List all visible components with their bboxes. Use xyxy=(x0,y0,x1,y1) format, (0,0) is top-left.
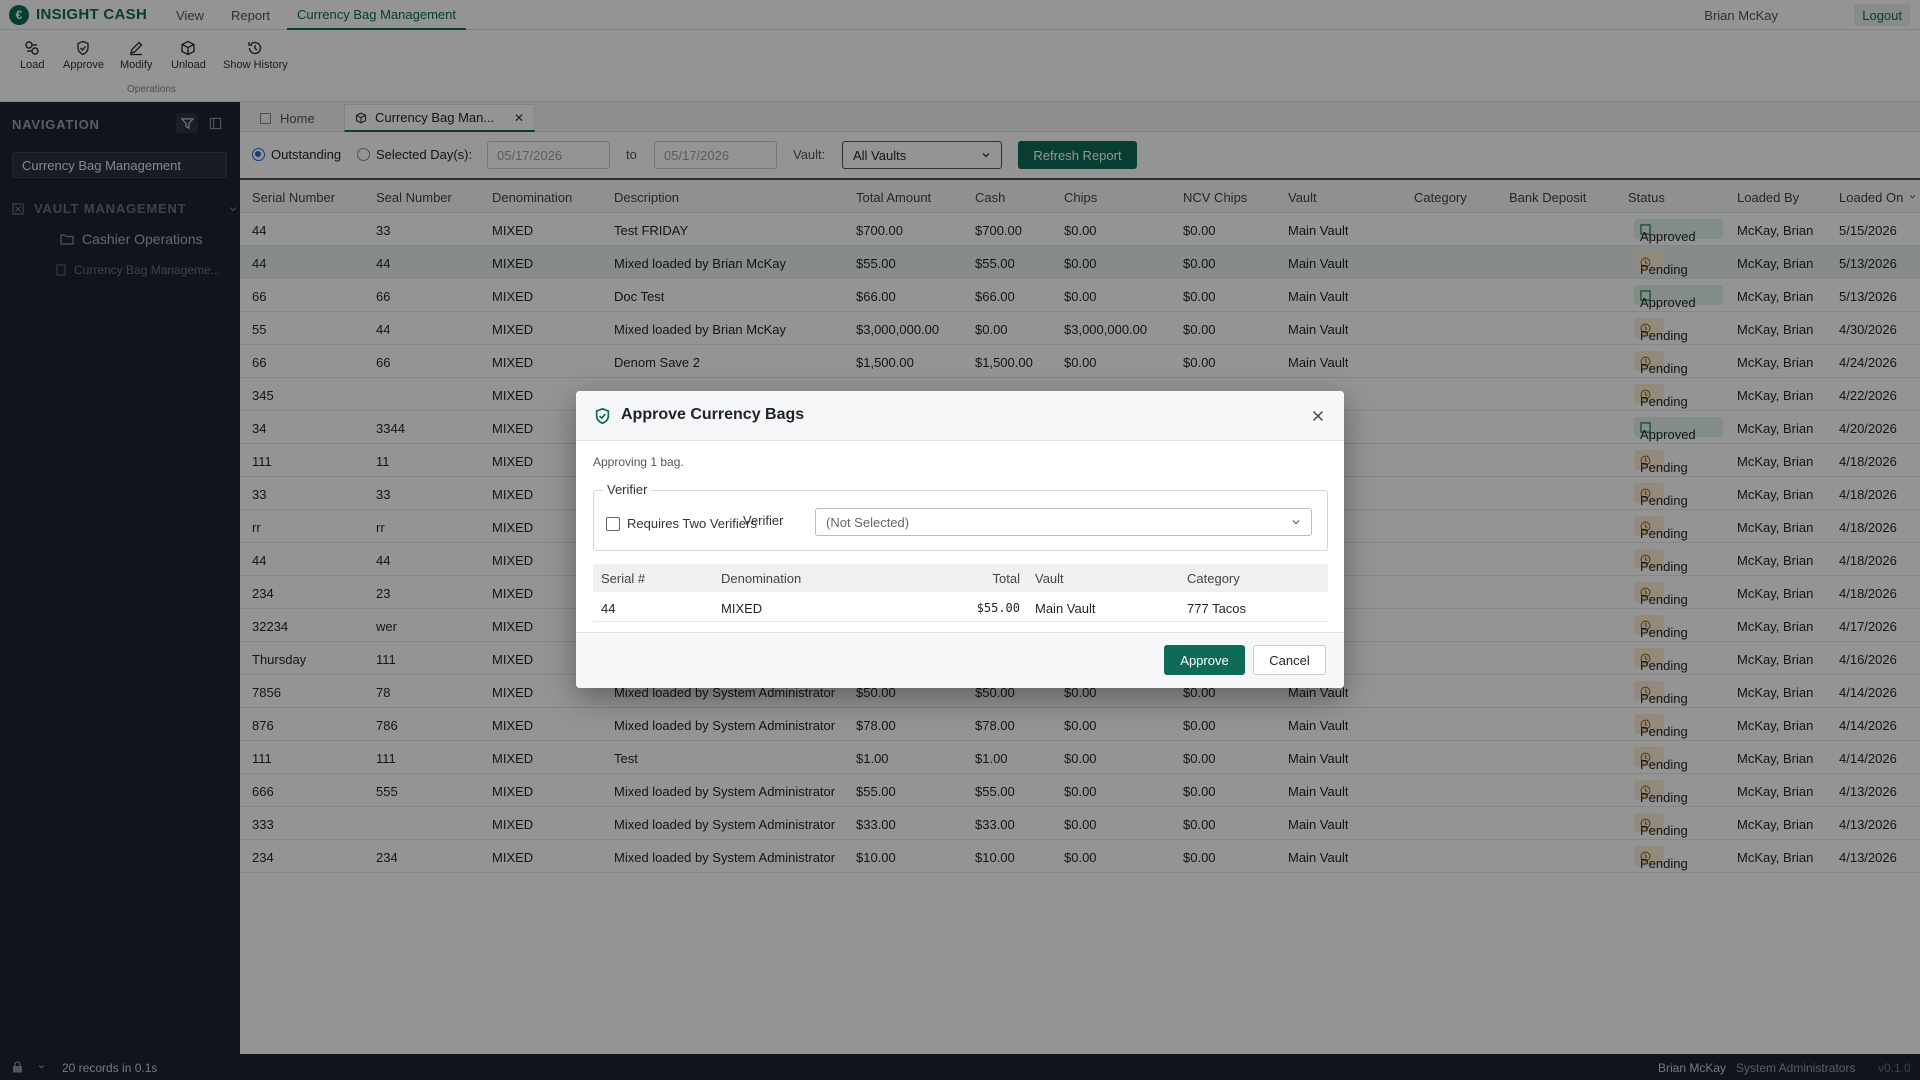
requires-two-verifiers-checkbox[interactable]: Requires Two Verifiers xyxy=(606,516,757,531)
close-icon[interactable] xyxy=(1312,410,1324,422)
requires-two-verifiers-label: Requires Two Verifiers xyxy=(627,516,757,531)
cell-denomination: MIXED xyxy=(721,601,763,616)
col-vault: Vault xyxy=(1035,571,1064,586)
bags-table-header: Serial # Denomination Total Vault Catego… xyxy=(593,564,1328,592)
cancel-button[interactable]: Cancel xyxy=(1253,645,1326,675)
dialog-footer: Approve Cancel xyxy=(576,632,1344,688)
verifier-fieldset: Verifier Requires Two Verifiers Verifier… xyxy=(593,482,1328,551)
verifier-field-label: Verifier xyxy=(743,513,784,528)
approve-button[interactable]: Approve xyxy=(1164,645,1245,675)
dialog-subtitle: Approving 1 bag. xyxy=(593,455,684,469)
approve-currency-bags-dialog: Approve Currency Bags Approving 1 bag. V… xyxy=(576,391,1344,688)
col-denomination: Denomination xyxy=(721,571,802,586)
col-total: Total xyxy=(992,571,1020,586)
col-category: Category xyxy=(1187,571,1240,586)
verifier-select-value: (Not Selected) xyxy=(826,514,910,530)
checkbox-icon xyxy=(606,516,620,531)
col-serial: Serial # xyxy=(601,571,646,586)
dialog-title: Approve Currency Bags xyxy=(621,406,805,423)
cell-category: 777 Tacos xyxy=(1187,601,1247,616)
verifier-select[interactable]: (Not Selected) xyxy=(815,508,1312,536)
chevron-down-icon xyxy=(1292,520,1300,525)
cell-serial: 44 xyxy=(601,601,616,616)
cell-vault: Main Vault xyxy=(1035,601,1096,616)
shield-check-icon xyxy=(595,407,610,425)
verifier-legend: Verifier xyxy=(603,482,652,497)
table-row[interactable]: 44 MIXED $55.00 Main Vault 777 Tacos xyxy=(593,592,1328,622)
cell-total: $55.00 xyxy=(976,601,1020,615)
dialog-header: Approve Currency Bags xyxy=(576,391,1344,441)
